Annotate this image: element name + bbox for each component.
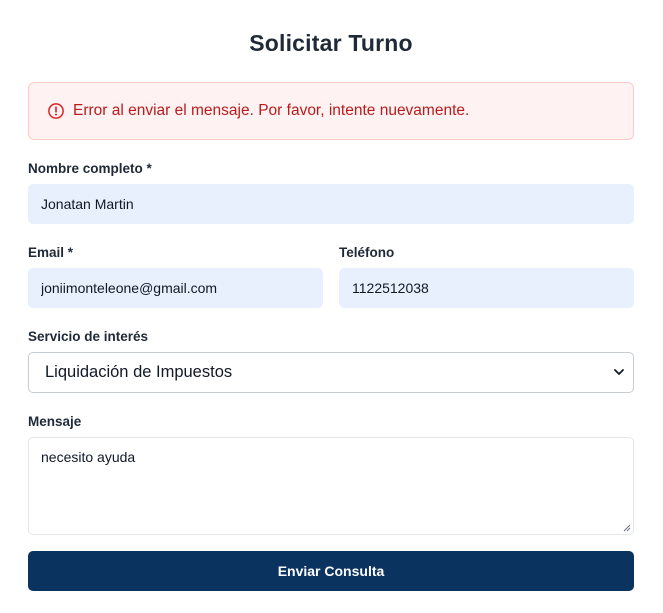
resize-handle-icon[interactable] [623,524,631,532]
name-label: Nombre completo * [28,161,152,176]
service-select[interactable]: Liquidación de Impuestos [28,352,634,393]
message-textarea[interactable]: necesito ayuda [28,437,634,535]
message-label: Mensaje [28,414,82,429]
submit-button[interactable]: Enviar Consulta [28,551,634,591]
chevron-down-icon [614,369,624,375]
service-selected-value: Liquidación de Impuestos [45,363,233,381]
email-input[interactable] [28,268,323,308]
phone-label: Teléfono [339,245,395,260]
error-message: Error al enviar el mensaje. Por favor, i… [73,102,470,119]
service-label: Servicio de interés [28,329,149,344]
appointment-form: Solicitar Turno Error al enviar el mensa… [28,0,634,613]
message-text: necesito ayuda [41,449,136,465]
email-label: Email * [28,245,74,260]
name-input[interactable] [28,184,634,224]
phone-input[interactable] [339,268,634,308]
alert-circle-icon [48,103,64,119]
page-title: Solicitar Turno [249,30,413,56]
error-alert: Error al enviar el mensaje. Por favor, i… [28,82,634,140]
